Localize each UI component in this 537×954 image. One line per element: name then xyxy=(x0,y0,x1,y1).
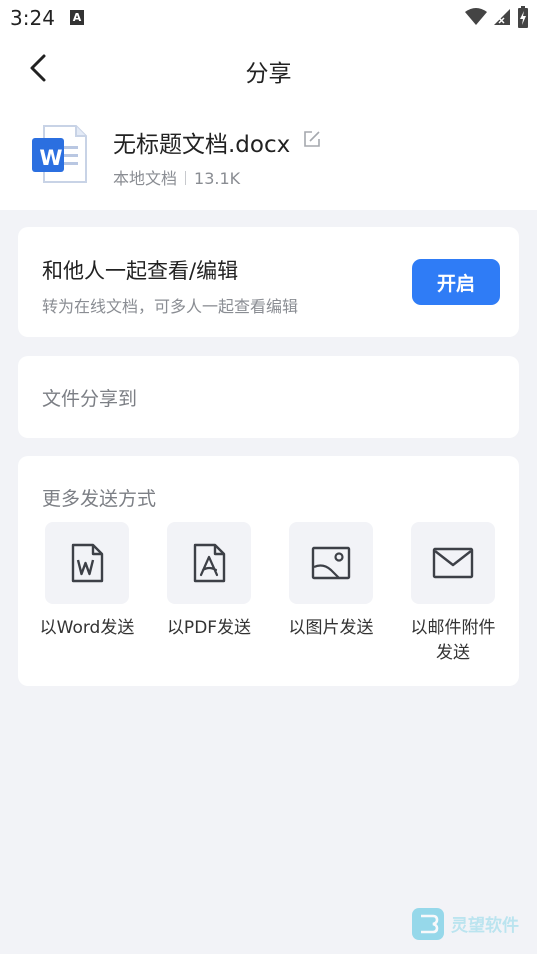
mail-icon xyxy=(432,547,474,579)
send-as-word-option[interactable]: 以Word发送 xyxy=(26,522,148,641)
watermark-text: 灵望软件 xyxy=(451,916,519,936)
pdf-file-icon xyxy=(193,543,226,583)
send-as-mail-option[interactable]: 以邮件附件发送 xyxy=(392,522,514,666)
send-as-pdf-option[interactable]: 以PDF发送 xyxy=(148,522,270,641)
file-size: 13.1K xyxy=(194,169,241,188)
share-to-card[interactable]: 文件分享到 xyxy=(18,356,519,438)
file-meta: 本地文档 13.1K xyxy=(113,165,240,189)
edit-icon[interactable] xyxy=(303,130,321,148)
more-send-title: 更多发送方式 xyxy=(42,488,157,510)
send-as-mail-label: 以邮件附件发送 xyxy=(410,618,496,663)
image-icon xyxy=(311,546,351,580)
watermark: 灵望软件 xyxy=(411,907,531,945)
send-as-word-label: 以Word发送 xyxy=(39,618,135,638)
send-as-pdf-tile xyxy=(167,522,251,604)
collab-subtitle: 转为在线文档，可多人一起查看编辑 xyxy=(42,297,299,316)
word-doc-letter: W xyxy=(39,146,63,170)
watermark-logo-icon xyxy=(412,908,444,940)
enable-button[interactable]: 开启 xyxy=(412,259,500,305)
status-bar: 3:24 A xyxy=(0,0,537,36)
send-as-pdf-label: 以PDF发送 xyxy=(166,618,252,638)
file-info: W 无标题文档.docx 本地文档 13.1K xyxy=(0,116,537,196)
send-as-word-tile xyxy=(45,522,129,604)
send-as-image-label: 以图片发送 xyxy=(288,618,374,638)
page-title: 分享 xyxy=(245,61,292,87)
word-file-icon xyxy=(71,543,104,583)
send-as-image-tile xyxy=(289,522,373,604)
send-as-image-option[interactable]: 以图片发送 xyxy=(270,522,392,641)
share-to-label: 文件分享到 xyxy=(42,388,138,410)
file-location: 本地文档 xyxy=(113,169,178,188)
file-name: 无标题文档.docx xyxy=(113,132,291,158)
collab-card: 和他人一起查看/编辑 转为在线文档，可多人一起查看编辑 开启 xyxy=(18,227,519,337)
collab-title: 和他人一起查看/编辑 xyxy=(42,259,239,283)
wifi-icon xyxy=(465,8,487,25)
send-as-mail-tile xyxy=(411,522,495,604)
notification-icon: A xyxy=(70,10,84,25)
meta-divider xyxy=(185,171,187,185)
header: 分享 xyxy=(0,36,537,104)
more-send-card: 更多发送方式 以Word发送 以PDF发送 以图片发送 以邮件附件发送 xyxy=(18,456,519,686)
status-time: 3:24 xyxy=(10,6,55,30)
battery-icon xyxy=(518,6,528,28)
system-icons xyxy=(465,6,529,28)
signal-icon xyxy=(494,9,510,25)
